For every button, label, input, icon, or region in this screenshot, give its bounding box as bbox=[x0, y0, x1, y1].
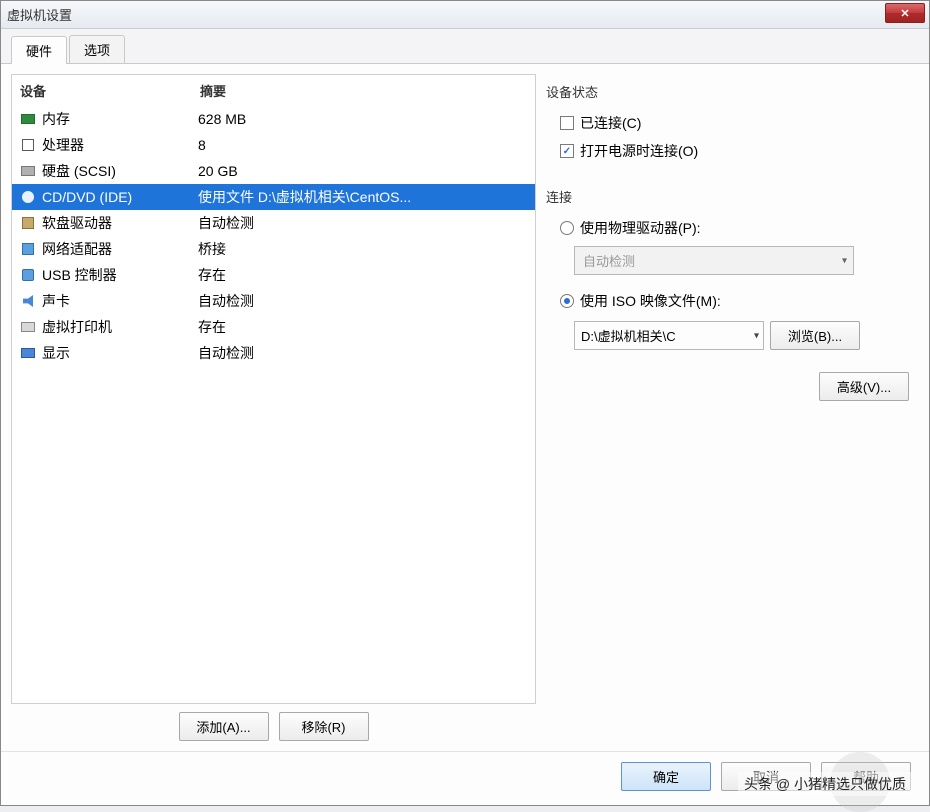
iso-label: 使用 ISO 映像文件(M): bbox=[580, 291, 721, 311]
left-pane: 设备 摘要 内存 628 MB 处理器 8 硬盘 (SCSI) 20 GB bbox=[11, 74, 536, 747]
row-display[interactable]: 显示 自动检测 bbox=[12, 340, 535, 366]
cd-icon bbox=[18, 189, 38, 205]
row-summary: 8 bbox=[198, 137, 529, 153]
memory-icon bbox=[18, 111, 38, 127]
display-icon bbox=[18, 345, 38, 361]
iso-radio[interactable] bbox=[560, 294, 574, 308]
row-label: USB 控制器 bbox=[42, 265, 198, 285]
window-title: 虚拟机设置 bbox=[7, 5, 72, 24]
physical-drive-combo-value: 自动检测 bbox=[583, 254, 635, 269]
connected-checkbox[interactable] bbox=[560, 116, 574, 130]
row-network[interactable]: 网络适配器 桥接 bbox=[12, 236, 535, 262]
right-pane: 设备状态 已连接(C) ✓ 打开电源时连接(O) 连接 使用物理驱动器(P): … bbox=[544, 74, 919, 747]
row-summary: 628 MB bbox=[198, 111, 529, 127]
connected-checkbox-row[interactable]: 已连接(C) bbox=[560, 113, 913, 133]
row-label: 软盘驱动器 bbox=[42, 213, 198, 233]
left-buttons: 添加(A)... 移除(R) bbox=[11, 704, 536, 747]
advanced-row: 高级(V)... bbox=[546, 372, 913, 401]
row-memory[interactable]: 内存 628 MB bbox=[12, 106, 535, 132]
row-summary: 自动检测 bbox=[198, 213, 529, 233]
row-floppy[interactable]: 软盘驱动器 自动检测 bbox=[12, 210, 535, 236]
hdd-icon bbox=[18, 163, 38, 179]
iso-path-combo[interactable]: D:\虚拟机相关\C ▾ bbox=[574, 321, 764, 350]
row-label: 内存 bbox=[42, 109, 198, 129]
row-label: CD/DVD (IDE) bbox=[42, 189, 198, 205]
header-device: 设备 bbox=[20, 81, 200, 100]
row-summary: 存在 bbox=[198, 317, 529, 337]
device-list-header: 设备 摘要 bbox=[12, 75, 535, 106]
row-summary: 桥接 bbox=[198, 239, 529, 259]
connected-label: 已连接(C) bbox=[580, 113, 641, 133]
remove-button[interactable]: 移除(R) bbox=[279, 712, 369, 741]
advanced-button[interactable]: 高级(V)... bbox=[819, 372, 909, 401]
row-hdd[interactable]: 硬盘 (SCSI) 20 GB bbox=[12, 158, 535, 184]
row-label: 处理器 bbox=[42, 135, 198, 155]
row-summary: 使用文件 D:\虚拟机相关\CentOS... bbox=[198, 187, 529, 207]
physical-drive-combo[interactable]: 自动检测 ▾ bbox=[574, 246, 854, 275]
row-cddvd[interactable]: CD/DVD (IDE) 使用文件 D:\虚拟机相关\CentOS... bbox=[12, 184, 535, 210]
row-label: 声卡 bbox=[42, 291, 198, 311]
close-icon: ✕ bbox=[900, 7, 909, 20]
chevron-down-icon: ▾ bbox=[842, 255, 847, 266]
radio-dot-icon bbox=[564, 298, 570, 304]
header-summary: 摘要 bbox=[200, 81, 527, 100]
close-button[interactable]: ✕ bbox=[885, 3, 925, 23]
iso-path-value: D:\虚拟机相关\C bbox=[581, 329, 676, 344]
poweron-checkbox[interactable]: ✓ bbox=[560, 144, 574, 158]
floppy-icon bbox=[18, 215, 38, 231]
row-cpu[interactable]: 处理器 8 bbox=[12, 132, 535, 158]
check-icon: ✓ bbox=[563, 146, 571, 157]
row-summary: 自动检测 bbox=[198, 343, 529, 363]
row-printer[interactable]: 虚拟打印机 存在 bbox=[12, 314, 535, 340]
row-label: 网络适配器 bbox=[42, 239, 198, 259]
physical-drive-label: 使用物理驱动器(P): bbox=[580, 218, 701, 238]
help-button[interactable]: 帮助 bbox=[821, 762, 911, 791]
ok-button[interactable]: 确定 bbox=[621, 762, 711, 791]
footer: 确定 取消 帮助 bbox=[1, 751, 929, 805]
titlebar: 虚拟机设置 ✕ bbox=[1, 1, 929, 29]
browse-button[interactable]: 浏览(B)... bbox=[770, 321, 860, 350]
row-summary: 20 GB bbox=[198, 163, 529, 179]
row-summary: 存在 bbox=[198, 265, 529, 285]
tab-row: 硬件 选项 bbox=[1, 29, 929, 64]
iso-row: D:\虚拟机相关\C ▾ 浏览(B)... bbox=[574, 321, 913, 350]
poweron-checkbox-row[interactable]: ✓ 打开电源时连接(O) bbox=[560, 141, 913, 161]
usb-icon bbox=[18, 267, 38, 283]
vm-settings-window: 虚拟机设置 ✕ 硬件 选项 设备 摘要 内存 628 MB 处 bbox=[0, 0, 930, 806]
tab-options[interactable]: 选项 bbox=[69, 35, 125, 63]
dialog-body: 设备 摘要 内存 628 MB 处理器 8 硬盘 (SCSI) 20 GB bbox=[1, 64, 929, 751]
row-label: 显示 bbox=[42, 343, 198, 363]
group-connection: 连接 bbox=[546, 187, 913, 206]
iso-radio-row[interactable]: 使用 ISO 映像文件(M): bbox=[560, 291, 913, 311]
network-icon bbox=[18, 241, 38, 257]
printer-icon bbox=[18, 319, 38, 335]
row-sound[interactable]: 声卡 自动检测 bbox=[12, 288, 535, 314]
physical-drive-radio-row[interactable]: 使用物理驱动器(P): bbox=[560, 218, 913, 238]
physical-drive-radio[interactable] bbox=[560, 221, 574, 235]
row-usb[interactable]: USB 控制器 存在 bbox=[12, 262, 535, 288]
row-label: 虚拟打印机 bbox=[42, 317, 198, 337]
tab-hardware[interactable]: 硬件 bbox=[11, 36, 67, 64]
chevron-down-icon: ▾ bbox=[754, 330, 759, 341]
cancel-button[interactable]: 取消 bbox=[721, 762, 811, 791]
row-label: 硬盘 (SCSI) bbox=[42, 161, 198, 181]
poweron-label: 打开电源时连接(O) bbox=[580, 141, 698, 161]
device-list: 设备 摘要 内存 628 MB 处理器 8 硬盘 (SCSI) 20 GB bbox=[11, 74, 536, 704]
add-button[interactable]: 添加(A)... bbox=[179, 712, 269, 741]
group-device-status: 设备状态 bbox=[546, 82, 913, 101]
cpu-icon bbox=[18, 137, 38, 153]
sound-icon bbox=[18, 293, 38, 309]
row-summary: 自动检测 bbox=[198, 291, 529, 311]
